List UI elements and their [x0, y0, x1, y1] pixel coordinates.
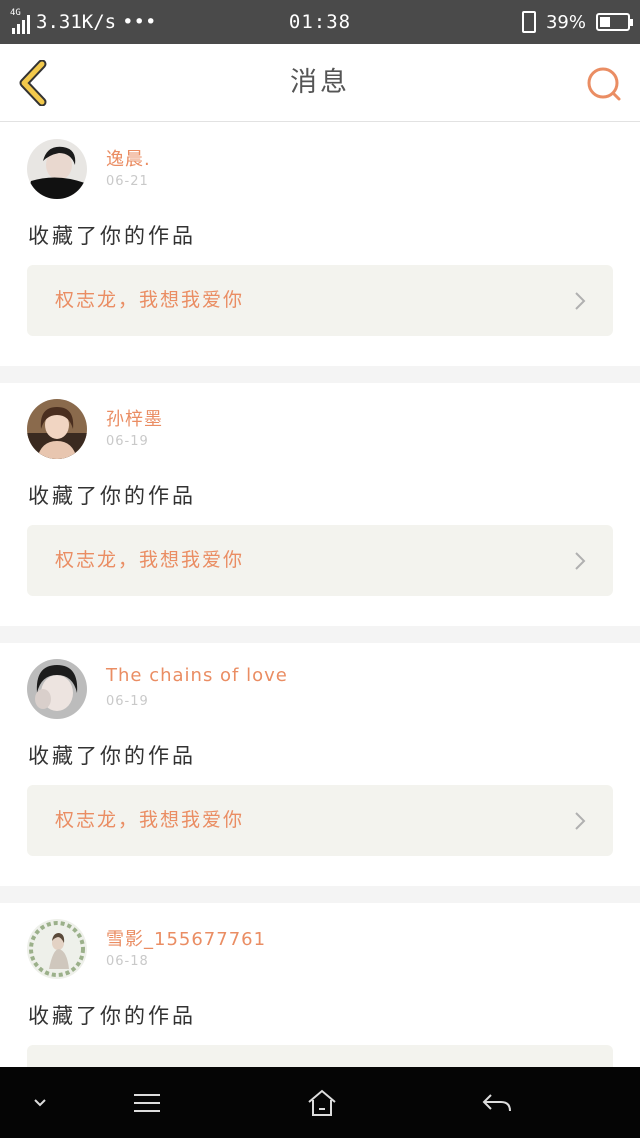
message-list[interactable]: 逸晨. 06-21 收藏了你的作品 权志龙，我想我爱你 孙梓墨 06-19 收藏…: [0, 123, 640, 1067]
message-text: 收藏了你的作品: [28, 1004, 196, 1028]
battery-icon: [596, 13, 633, 31]
list-item: 逸晨. 06-21 收藏了你的作品 权志龙，我想我爱你: [0, 123, 640, 366]
work-title: 权志龙，我想我爱你: [55, 809, 245, 831]
home-icon: [308, 1089, 336, 1116]
vibrate-icon: [521, 11, 536, 33]
work-link[interactable]: 权志龙，我想我爱你: [27, 785, 613, 856]
avatar[interactable]: [27, 659, 87, 719]
header: 消息: [0, 44, 640, 122]
chevron-down-icon: [34, 1098, 46, 1106]
user-name[interactable]: 逸晨.: [106, 145, 151, 171]
back-nav-button[interactable]: [472, 1067, 522, 1138]
notification-pull-button[interactable]: [20, 1067, 60, 1138]
list-item: 孙梓墨 06-19 收藏了你的作品 权志龙，我想我爱你: [0, 383, 640, 626]
avatar[interactable]: [27, 919, 87, 979]
work-title: 权志龙，我想我爱你: [55, 549, 245, 571]
message-date: 06-19: [106, 694, 149, 709]
back-icon: [482, 1093, 511, 1111]
search-icon: [587, 67, 621, 101]
menu-icon: [134, 1093, 160, 1112]
message-date: 06-19: [106, 434, 149, 449]
message-text: 收藏了你的作品: [28, 484, 196, 508]
home-button[interactable]: [297, 1067, 347, 1138]
user-name[interactable]: The chains of love: [106, 665, 288, 686]
battery-level: [600, 17, 611, 27]
avatar[interactable]: [27, 139, 87, 199]
work-link[interactable]: [27, 1045, 613, 1067]
work-title: 权志龙，我想我爱你: [55, 289, 245, 311]
status-right: 39%: [521, 0, 633, 44]
message-date: 06-18: [106, 954, 149, 969]
menu-button[interactable]: [122, 1067, 172, 1138]
list-item: 雪影_155677761 06-18 收藏了你的作品: [0, 903, 640, 1067]
message-text: 收藏了你的作品: [28, 224, 196, 248]
list-item: The chains of love 06-19 收藏了你的作品 权志龙，我想我…: [0, 643, 640, 886]
status-bar: 4G 3.31K/s ••• 01:38 39%: [0, 0, 640, 44]
chevron-right-icon: [575, 292, 586, 310]
message-date: 06-21: [106, 174, 149, 189]
chevron-right-icon: [575, 552, 586, 570]
avatar[interactable]: [27, 399, 87, 459]
chevron-right-icon: [575, 812, 586, 830]
page-title: 消息: [290, 67, 350, 98]
message-text: 收藏了你的作品: [28, 744, 196, 768]
work-link[interactable]: 权志龙，我想我爱你: [27, 525, 613, 596]
user-name[interactable]: 孙梓墨: [106, 405, 163, 431]
battery-percent: 39%: [545, 11, 586, 33]
system-navigation-bar: [0, 1067, 640, 1138]
work-link[interactable]: 权志龙，我想我爱你: [27, 265, 613, 336]
user-name[interactable]: 雪影_155677761: [106, 925, 266, 951]
search-button[interactable]: [584, 64, 624, 104]
